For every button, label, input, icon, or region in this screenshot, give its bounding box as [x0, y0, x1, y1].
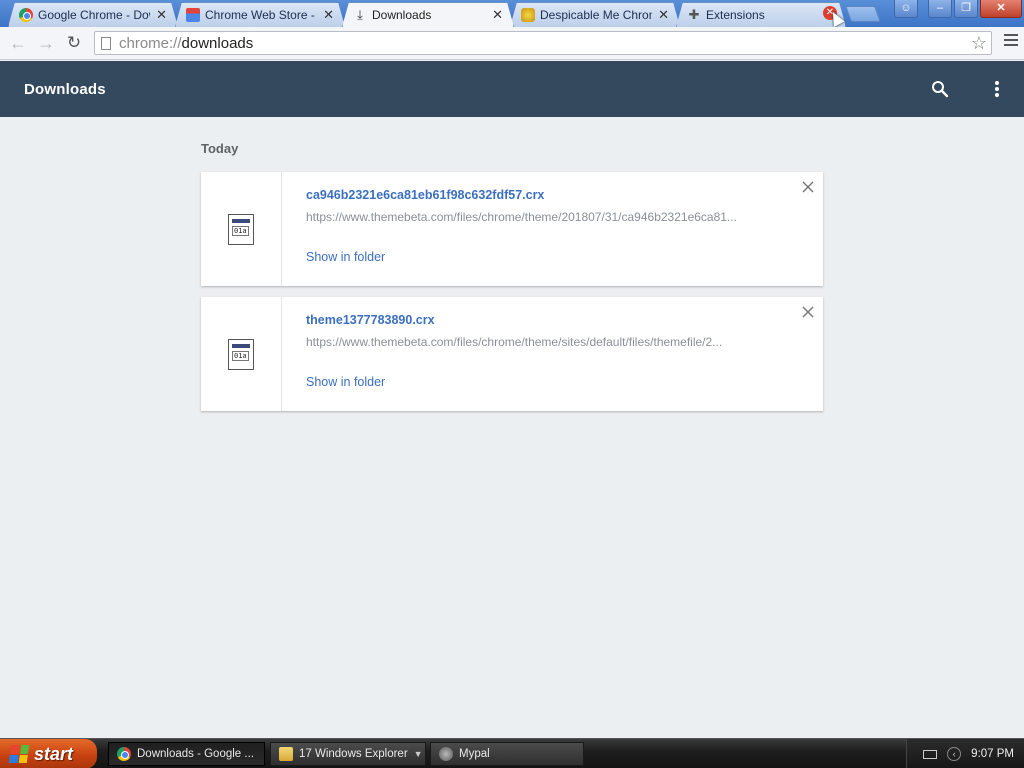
- download-item: theme1377783890.crx https://www.themebet…: [201, 297, 823, 411]
- task-label: Mypal: [459, 748, 490, 760]
- show-in-folder-link[interactable]: Show in folder: [306, 375, 385, 389]
- restore-button[interactable]: ❐: [954, 0, 978, 18]
- task-label: Downloads - Google ...: [137, 748, 254, 760]
- taskbar-item-mypal[interactable]: Mypal: [430, 742, 584, 766]
- chrome-menu-button[interactable]: [1004, 34, 1018, 49]
- bookmark-star-icon[interactable]: ☆: [971, 33, 987, 54]
- url-scheme: chrome://: [119, 34, 182, 52]
- windows-logo-icon: [8, 745, 30, 763]
- remove-icon[interactable]: [801, 305, 815, 319]
- puzzle-icon: ✚: [688, 7, 700, 22]
- download-icon: ⤓: [357, 7, 363, 22]
- downloads-header: Downloads: [0, 61, 1024, 117]
- file-icon: [228, 213, 254, 245]
- despicable-me-icon: [521, 8, 535, 22]
- close-icon[interactable]: ✕: [323, 7, 334, 23]
- address-bar[interactable]: chrome:// downloads ☆: [94, 31, 992, 55]
- close-icon[interactable]: ✕: [658, 7, 669, 23]
- url-path: downloads: [181, 34, 254, 52]
- tab-label: Extensions: [706, 8, 765, 22]
- windows-taskbar: start Downloads - Google ... 17 Windows …: [0, 738, 1024, 768]
- tab-label: Chrome Web Store - ro: [205, 8, 317, 22]
- file-name-link[interactable]: theme1377783890.crx: [306, 313, 435, 327]
- close-icon[interactable]: ✕: [492, 7, 503, 23]
- profile-icon[interactable]: ☺: [894, 0, 918, 18]
- source-url[interactable]: https://www.themebeta.com/files/chrome/t…: [306, 335, 778, 349]
- system-tray: ‹ 9:07 PM: [906, 739, 1024, 768]
- chrome-icon: [19, 8, 33, 22]
- tab-strip: Google Chrome - Downl ✕ Chrome Web Store…: [0, 0, 1024, 27]
- window-close-button[interactable]: ✕: [980, 0, 1022, 18]
- chrome-icon: [117, 747, 131, 761]
- tab-label: Despicable Me Chrome: [540, 8, 649, 22]
- file-name-link[interactable]: ca946b2321e6ca81eb61f98c632fdf57.crx: [306, 188, 544, 202]
- forward-button[interactable]: →: [32, 29, 60, 57]
- group-arrow-icon: ▼: [413, 749, 423, 759]
- folder-icon: [279, 747, 293, 761]
- taskbar-item-windows-explorer[interactable]: 17 Windows Explorer ▼: [270, 742, 426, 766]
- source-url[interactable]: https://www.themebeta.com/files/chrome/t…: [306, 210, 778, 224]
- tab-extensions[interactable]: ✚ Extensions: [676, 2, 846, 27]
- window-controls: ☺ – ❐ ✕: [894, 0, 1022, 18]
- page-icon: [101, 36, 111, 50]
- date-heading: Today: [201, 141, 239, 156]
- show-hidden-icons-icon[interactable]: ‹: [947, 747, 962, 761]
- file-icon: [228, 338, 254, 370]
- download-item: ca946b2321e6ca81eb61f98c632fdf57.crx htt…: [201, 172, 823, 286]
- start-label: start: [34, 743, 74, 764]
- remove-icon[interactable]: [801, 180, 815, 194]
- tab-chrome-web-store[interactable]: Chrome Web Store - ro ✕: [175, 2, 345, 27]
- file-icon-column: [201, 297, 282, 411]
- tab-label: Google Chrome - Downl: [38, 8, 149, 22]
- tab-despicable-me[interactable]: Despicable Me Chrome ✕: [510, 2, 680, 27]
- show-in-folder-link[interactable]: Show in folder: [306, 250, 385, 264]
- clock[interactable]: 9:07 PM: [971, 748, 1014, 760]
- file-icon-column: [201, 172, 282, 286]
- more-options-icon[interactable]: [995, 81, 999, 99]
- tab-google-chrome-downloads[interactable]: Google Chrome - Downl ✕: [8, 2, 178, 27]
- tab-label: Downloads: [372, 8, 432, 22]
- search-icon[interactable]: [931, 80, 949, 98]
- new-tab-button[interactable]: [845, 6, 881, 22]
- taskbar-item-chrome[interactable]: Downloads - Google ...: [108, 742, 265, 766]
- minimize-button[interactable]: –: [928, 0, 952, 18]
- start-button[interactable]: start: [0, 739, 97, 768]
- reload-button[interactable]: ↻: [60, 29, 88, 57]
- mypal-icon: [439, 747, 453, 761]
- web-store-icon: [186, 8, 200, 22]
- close-icon[interactable]: ✕: [156, 7, 167, 23]
- task-label: 17 Windows Explorer: [299, 748, 408, 760]
- back-button[interactable]: ←: [4, 29, 32, 57]
- page-title: Downloads: [24, 80, 106, 98]
- tab-downloads[interactable]: ⤓ Downloads ✕: [342, 2, 514, 27]
- keyboard-icon[interactable]: [923, 749, 938, 759]
- browser-toolbar: ← → ↻ chrome:// downloads ☆: [0, 27, 1024, 60]
